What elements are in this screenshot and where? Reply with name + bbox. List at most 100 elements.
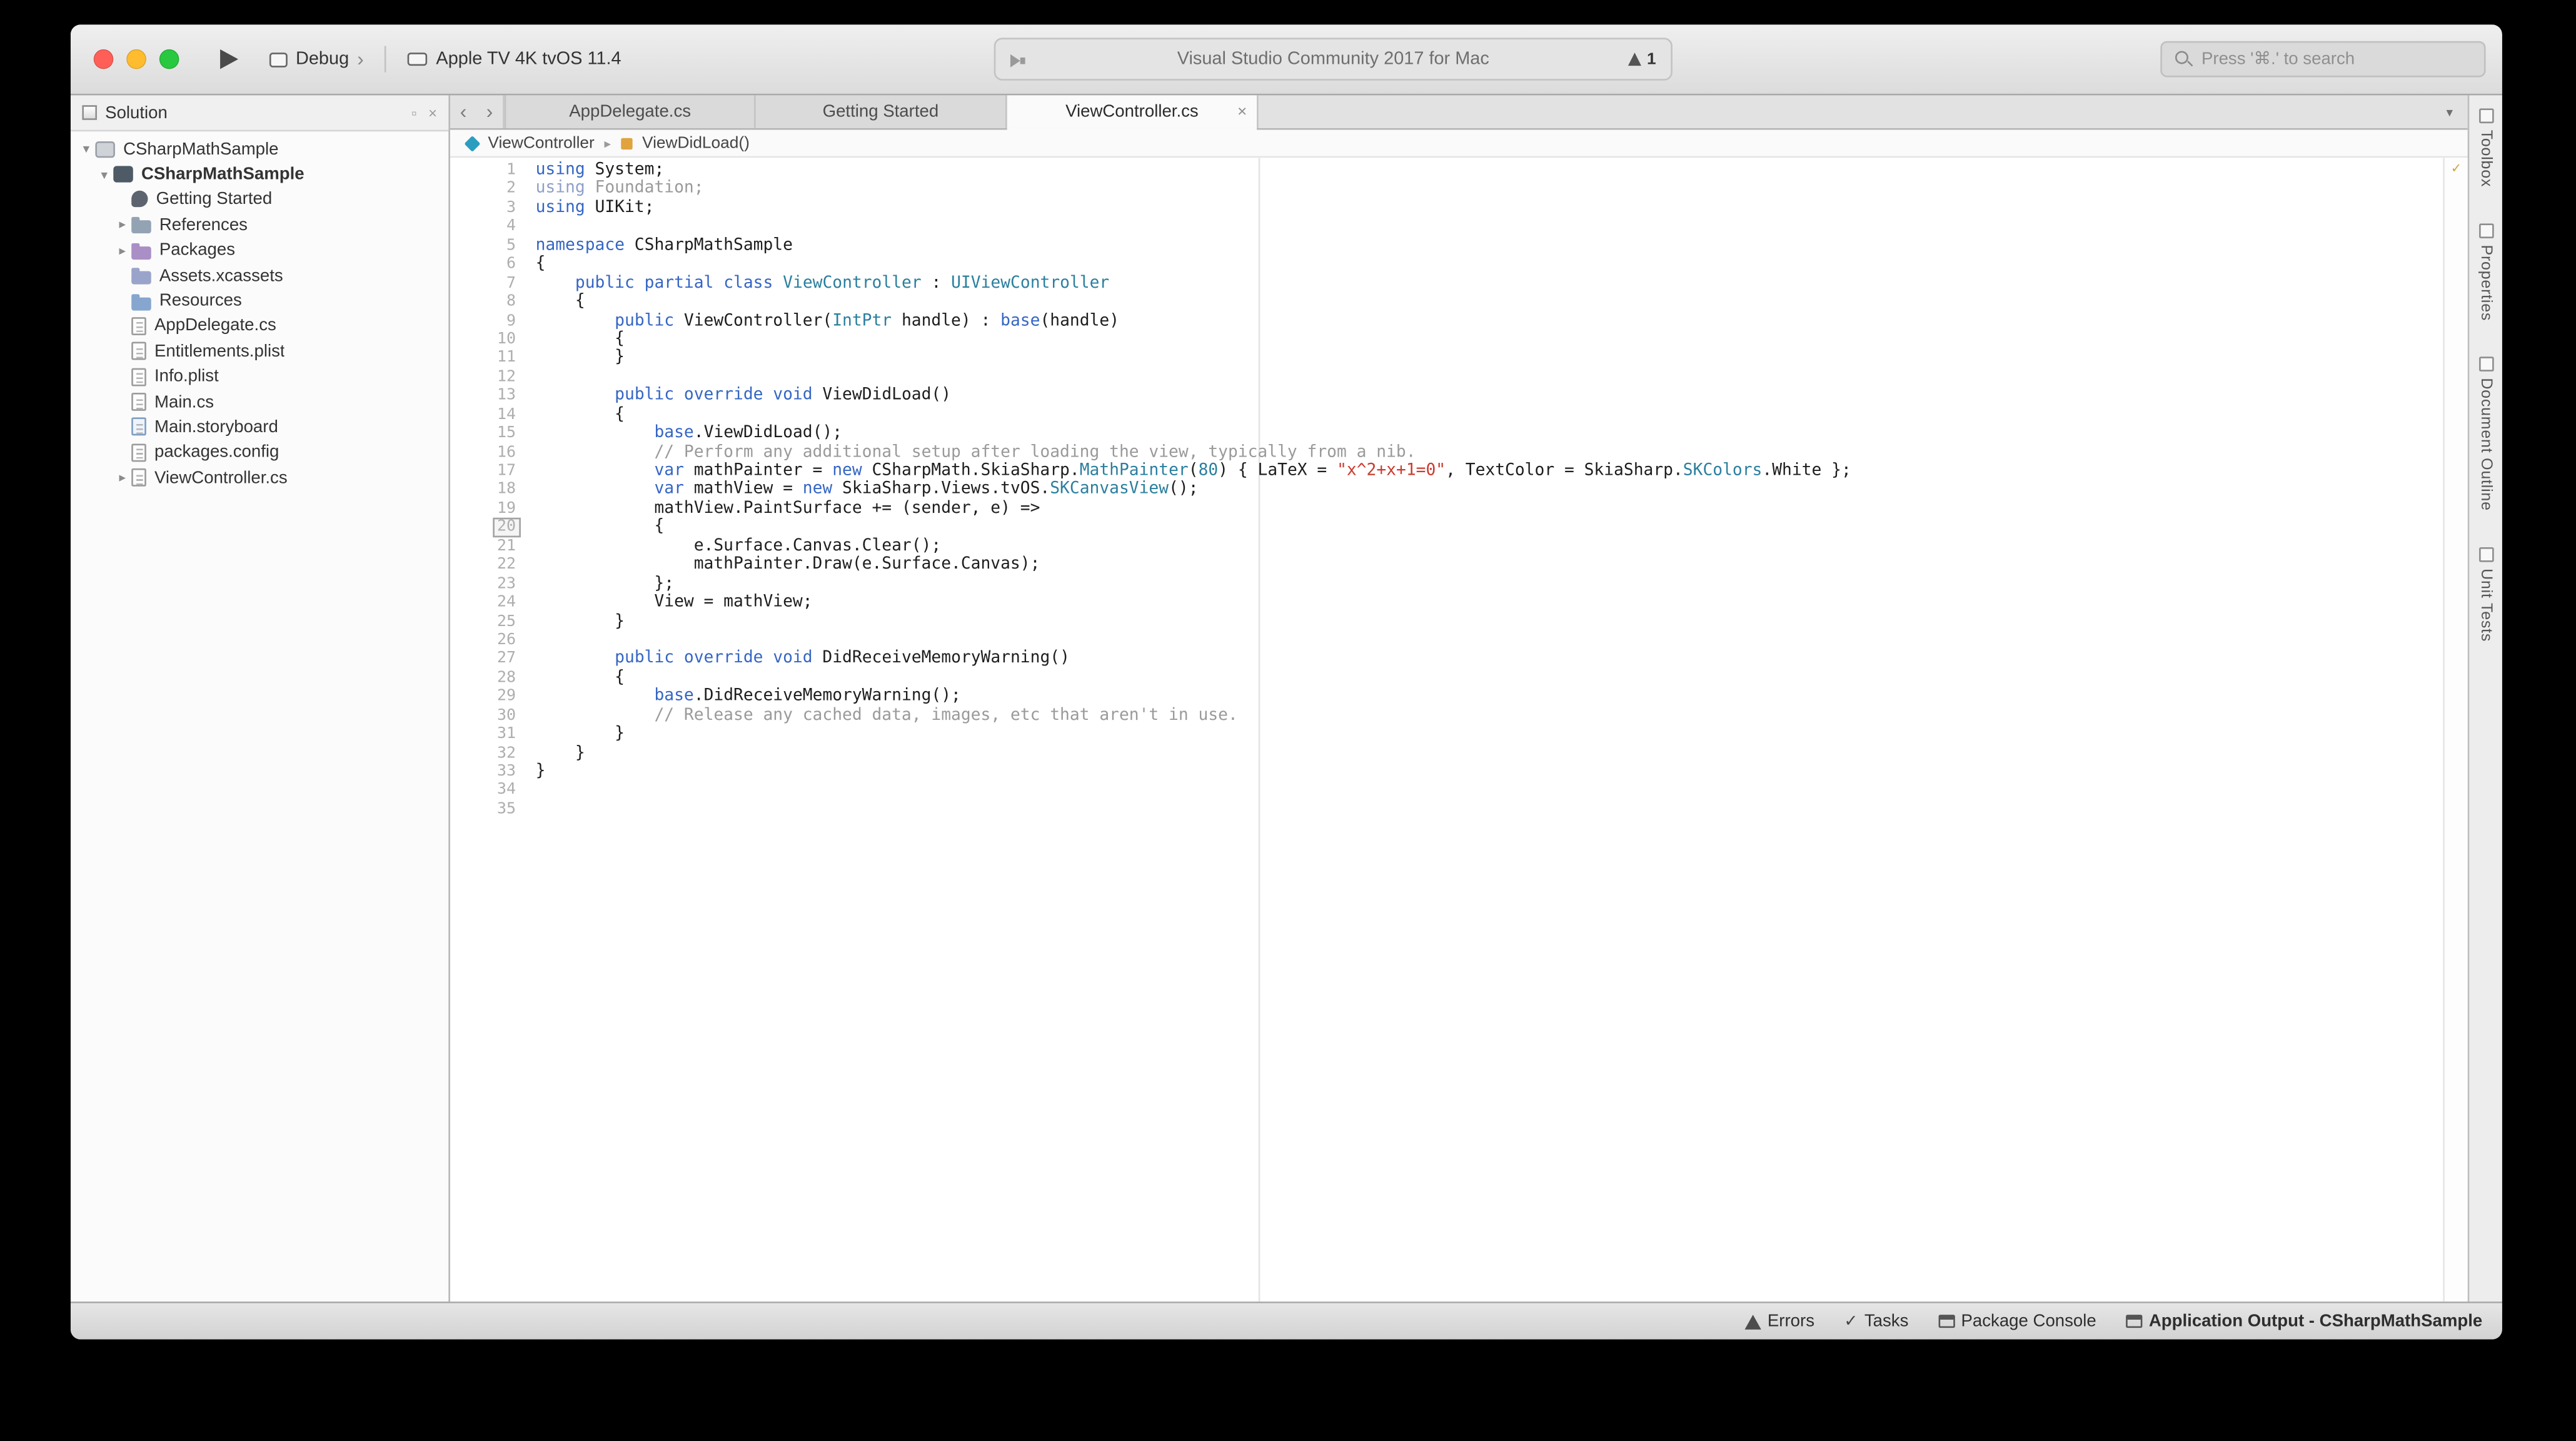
line-number[interactable]: 34	[497, 781, 516, 800]
dock-tab-unit-tests[interactable]: Unit Tests	[2477, 547, 2495, 642]
code-text[interactable]	[516, 218, 536, 236]
code-text[interactable]: using Foundation;	[516, 180, 704, 199]
code-text[interactable]: using UIKit;	[516, 199, 655, 218]
configuration-selector[interactable]: Debug ›	[269, 49, 364, 69]
code-text[interactable]: {	[516, 405, 625, 424]
tab-appdelegate-cs[interactable]: AppDelegate.cs	[504, 95, 756, 128]
line-number-gutter[interactable]: 28	[450, 669, 516, 687]
tree-item-appdelegate-cs[interactable]: AppDelegate.cs	[71, 313, 448, 338]
line-number[interactable]: 9	[506, 311, 516, 330]
close-pad-icon[interactable]: ×	[428, 104, 437, 121]
code-line[interactable]: 30 // Release any cached data, images, e…	[450, 706, 2468, 725]
line-number[interactable]: 30	[497, 706, 516, 725]
line-number[interactable]: 7	[506, 274, 516, 293]
line-number-gutter[interactable]: 3	[450, 199, 516, 218]
statusbar-package-console[interactable]: Package Console	[1938, 1312, 2096, 1331]
code-text[interactable]: namespace CSharpMathSample	[516, 236, 793, 255]
code-line[interactable]: 10 {	[450, 330, 2468, 349]
code-text[interactable]: }	[516, 725, 625, 744]
code-text[interactable]: // Release any cached data, images, etc …	[516, 706, 1237, 725]
line-number[interactable]: 2	[506, 180, 516, 199]
line-number-gutter[interactable]: 6	[450, 255, 516, 274]
line-number-gutter[interactable]: 13	[450, 387, 516, 405]
close-tab-icon[interactable]: ×	[1237, 103, 1247, 121]
code-line[interactable]: 15 base.ViewDidLoad();	[450, 424, 2468, 443]
code-text[interactable]: public override void DidReceiveMemoryWar…	[516, 650, 1070, 669]
code-text[interactable]: using System;	[516, 161, 665, 180]
code-line[interactable]: 21 e.Surface.Canvas.Clear();	[450, 537, 2468, 556]
dock-tab-properties[interactable]: Properties	[2477, 223, 2495, 321]
code-line[interactable]: 26	[450, 631, 2468, 650]
line-number[interactable]: 23	[497, 575, 516, 594]
code-text[interactable]: }	[516, 762, 546, 781]
code-text[interactable]: };	[516, 575, 674, 594]
error-count-badge[interactable]: 1	[1629, 50, 1656, 68]
zoom-window-button[interactable]	[159, 49, 179, 69]
line-number-gutter[interactable]: 15	[450, 424, 516, 443]
code-line[interactable]: 31 }	[450, 725, 2468, 744]
code-text[interactable]: // Perform any additional setup after lo…	[516, 443, 1416, 462]
line-number[interactable]: 32	[497, 744, 516, 762]
code-line[interactable]: 24 View = mathView;	[450, 594, 2468, 612]
tab-overflow-button[interactable]: ▾	[2432, 95, 2468, 128]
line-number[interactable]: 15	[497, 424, 516, 443]
code-text[interactable]	[516, 631, 536, 650]
line-number-gutter[interactable]: 10	[450, 330, 516, 349]
line-number[interactable]: 25	[497, 612, 516, 631]
line-number-gutter[interactable]: 17	[450, 462, 516, 480]
code-text[interactable]: View = mathView;	[516, 594, 812, 612]
code-line[interactable]: 19 mathView.PaintSurface += (sender, e) …	[450, 499, 2468, 518]
navigate-forward-button[interactable]: ›	[476, 95, 505, 128]
minimize-window-button[interactable]	[126, 49, 146, 69]
analysis-status-icon[interactable]: ✓	[2445, 161, 2468, 178]
breadcrumb-class[interactable]: ViewController	[488, 134, 594, 152]
disclosure-icon[interactable]: ▸	[113, 218, 131, 233]
line-number-gutter[interactable]: 19	[450, 499, 516, 518]
line-number[interactable]: 11	[497, 349, 516, 368]
line-number-gutter[interactable]: 8	[450, 293, 516, 311]
code-text[interactable]: public override void ViewDidLoad()	[516, 387, 951, 405]
line-number[interactable]: 3	[506, 199, 516, 218]
code-line[interactable]: 4	[450, 218, 2468, 236]
code-line[interactable]: 6{	[450, 255, 2468, 274]
line-number[interactable]: 24	[497, 594, 516, 612]
code-line[interactable]: 8 {	[450, 293, 2468, 311]
line-number[interactable]: 1	[506, 161, 516, 180]
line-number-gutter[interactable]: 16	[450, 443, 516, 462]
line-number-gutter[interactable]: 11	[450, 349, 516, 368]
close-window-button[interactable]	[93, 49, 114, 69]
editor-scrollbar[interactable]: ✓	[2443, 158, 2468, 1302]
line-number[interactable]: 28	[497, 669, 516, 687]
line-number-gutter[interactable]: 31	[450, 725, 516, 744]
navigate-back-button[interactable]: ‹	[450, 95, 476, 128]
code-text[interactable]	[516, 368, 536, 387]
statusbar-errors[interactable]: Errors	[1744, 1312, 1814, 1331]
code-text[interactable]: }	[516, 744, 585, 762]
line-number[interactable]: 4	[506, 218, 516, 236]
code-line[interactable]: 7 public partial class ViewController : …	[450, 274, 2468, 293]
tree-item-viewcontroller-cs[interactable]: ▸ ViewController.cs	[71, 465, 448, 490]
code-text[interactable]	[516, 800, 536, 819]
tree-item-packages[interactable]: ▸ Packages	[71, 238, 448, 263]
line-number-gutter[interactable]: 12	[450, 368, 516, 387]
statusbar-application-output-csharpmathsample[interactable]: Application Output - CSharpMathSample	[2126, 1312, 2482, 1331]
code-text[interactable]: }	[516, 612, 625, 631]
dock-tab-document-outline[interactable]: Document Outline	[2477, 356, 2495, 511]
code-line[interactable]: 5 namespace CSharpMathSample	[450, 236, 2468, 255]
code-text[interactable]: {	[516, 330, 625, 349]
code-line[interactable]: 22 mathPainter.Draw(e.Surface.Canvas);	[450, 556, 2468, 575]
code-line[interactable]: 35	[450, 800, 2468, 819]
tree-item-references[interactable]: ▸ References	[71, 212, 448, 237]
line-number[interactable]: 12	[497, 368, 516, 387]
code-line[interactable]: 29 base.DidReceiveMemoryWarning();	[450, 687, 2468, 706]
code-line[interactable]: 9 public ViewController(IntPtr handle) :…	[450, 311, 2468, 330]
code-editor[interactable]: 1 using System; 2 using Foundation; 3 using U…	[450, 158, 2468, 1302]
dock-pad-icon[interactable]: ▫	[411, 104, 416, 121]
code-text[interactable]: {	[516, 255, 546, 274]
tree-item-assets-xcassets[interactable]: Assets.xcassets	[71, 263, 448, 288]
line-number[interactable]: 21	[497, 537, 516, 556]
line-number[interactable]: 33	[497, 762, 516, 781]
code-text[interactable]: }	[516, 349, 625, 368]
line-number[interactable]: 13	[497, 387, 516, 405]
dock-tab-toolbox[interactable]: Toolbox	[2477, 108, 2495, 187]
